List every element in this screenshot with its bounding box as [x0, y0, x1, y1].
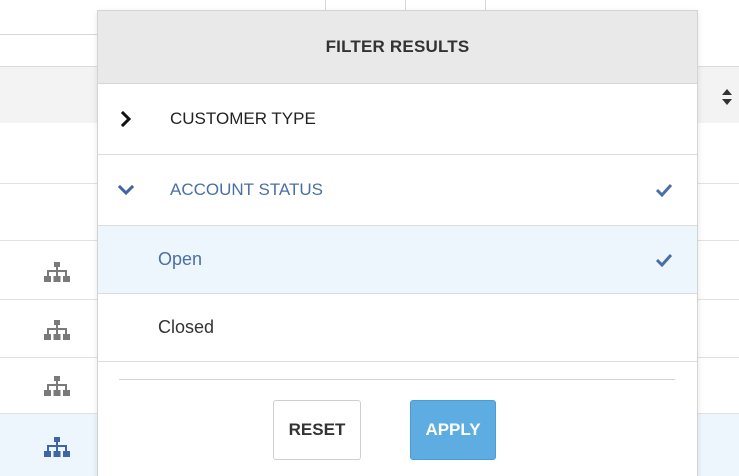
filter-section-label: ACCOUNT STATUS [170, 180, 324, 199]
footer-divider [119, 379, 675, 380]
hierarchy-icon[interactable] [44, 319, 70, 343]
filter-option-label: Closed [158, 317, 215, 337]
hierarchy-icon[interactable] [44, 261, 70, 285]
apply-button[interactable]: APPLY [410, 400, 496, 460]
checkmark-icon [655, 183, 673, 197]
filter-section-account-status[interactable]: ACCOUNT STATUS [98, 155, 697, 226]
hierarchy-icon-selected[interactable] [44, 436, 70, 460]
checkmark-icon [655, 253, 673, 267]
filter-option-closed[interactable]: Closed [98, 294, 697, 362]
row-divider [0, 34, 110, 35]
filter-title: FILTER RESULTS [98, 11, 697, 84]
filter-option-label: Open [158, 249, 203, 269]
sort-icon[interactable] [721, 88, 733, 106]
screen: FILTER RESULTS CUSTOMER TYPE ACCOUNT STA… [0, 0, 739, 476]
hierarchy-icon[interactable] [44, 375, 70, 399]
chevron-right-icon [120, 111, 132, 127]
chevron-down-icon [118, 184, 134, 196]
filter-dropdown: FILTER RESULTS CUSTOMER TYPE ACCOUNT STA… [97, 10, 698, 476]
filter-section-label: CUSTOMER TYPE [170, 109, 316, 128]
filter-section-customer-type[interactable]: CUSTOMER TYPE [98, 84, 697, 155]
filter-option-open[interactable]: Open [98, 226, 697, 294]
reset-button[interactable]: RESET [273, 400, 361, 460]
